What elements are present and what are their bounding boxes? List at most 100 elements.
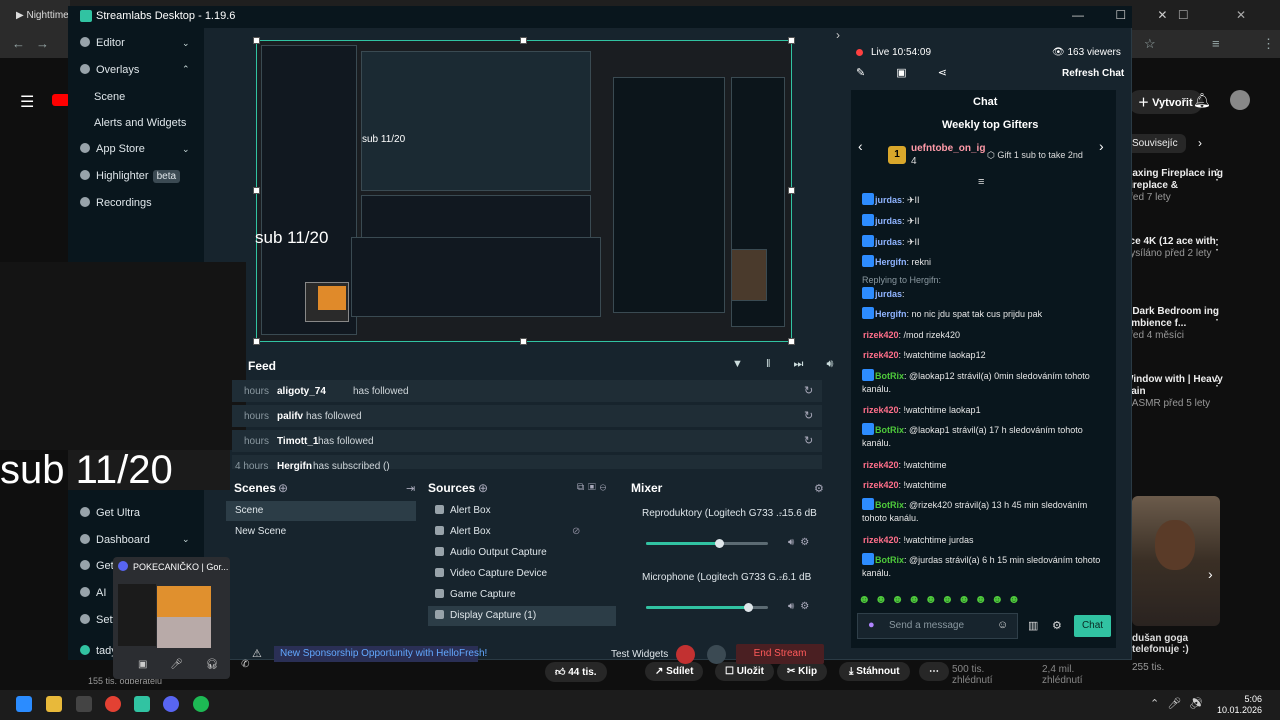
gift-sub-cta[interactable]: ⬡ Gift 1 sub to take 2nd: [987, 150, 1083, 161]
hamburger-menu-icon[interactable]: ☰: [20, 92, 34, 112]
replay-alert-icon[interactable]: ↻: [804, 434, 813, 447]
chat-username[interactable]: jurdas: [875, 237, 902, 247]
replay-buffer-button[interactable]: [707, 645, 726, 664]
chat-username[interactable]: Hergifn: [875, 257, 907, 267]
chat-tools-icons[interactable]: ✎ ▣ ⋖: [856, 66, 961, 79]
chat-username[interactable]: rizek420: [863, 405, 899, 415]
mixer-settings-icon[interactable]: ⚙: [814, 482, 824, 495]
volume-slider-knob[interactable]: [715, 539, 724, 548]
more-options-icon[interactable]: ⋮: [1210, 306, 1224, 323]
source-tools-icon[interactable]: ⧉▣⊖: [577, 482, 610, 493]
file-explorer-icon[interactable]: [46, 696, 62, 712]
chevron-down-icon[interactable]: ⌄: [182, 38, 190, 49]
source-item[interactable]: Audio Output Capture: [428, 543, 616, 563]
chevron-left-icon[interactable]: ‹: [858, 138, 863, 154]
resize-handle[interactable]: [253, 187, 260, 194]
resize-handle[interactable]: [253, 37, 260, 44]
streamlabs-taskbar-icon[interactable]: [134, 696, 150, 712]
source-item[interactable]: Alert Box: [428, 522, 616, 542]
download-button[interactable]: ⤓ Stáhnout: [839, 662, 910, 681]
chat-username[interactable]: rizek420: [863, 460, 899, 470]
add-source-icon[interactable]: ⊕: [478, 481, 488, 495]
chat-username[interactable]: jurdas: [875, 216, 902, 226]
scene-transitions-icon[interactable]: ⇥: [406, 482, 415, 495]
chat-username[interactable]: BotRix: [875, 500, 904, 510]
sidebar-item-get[interactable]: Get: [80, 560, 114, 572]
chevron-up-icon[interactable]: ⌃: [182, 64, 190, 75]
clip-button[interactable]: ✂ Klip: [777, 662, 828, 681]
chat-username[interactable]: BotRix: [875, 425, 904, 435]
emote-bar[interactable]: ☻☻☻☻☻☻☻☻☻☻: [858, 592, 1024, 606]
chat-username[interactable]: rizek420: [863, 480, 899, 490]
recommendation-item[interactable]: Window with | Heavy Rain e ASMR před 5 l…: [1124, 374, 1224, 410]
emoji-icon[interactable]: ☺: [997, 619, 1008, 631]
chrome-icon[interactable]: [105, 696, 121, 712]
refresh-chat-button[interactable]: Refresh Chat: [1062, 68, 1124, 79]
record-button[interactable]: [676, 645, 695, 664]
bookmark-star-icon[interactable]: ☆: [1144, 36, 1156, 52]
browser-menu-icon[interactable]: ⋮: [1262, 36, 1275, 52]
recommendation-item[interactable]: ace 4K (12 ace with Vysíláno před 2 lety: [1124, 236, 1224, 260]
resize-handle[interactable]: [788, 37, 795, 44]
like-button[interactable]: 👍︎ 44 tis.: [545, 662, 607, 682]
save-button[interactable]: ☐ Uložit: [715, 662, 774, 681]
source-item[interactable]: Display Capture (1): [428, 606, 616, 626]
chat-send-button[interactable]: Chat: [1074, 615, 1111, 637]
windows-start-icon[interactable]: [16, 696, 32, 712]
chat-filter-icon[interactable]: ≡: [978, 176, 984, 188]
sponsorship-banner[interactable]: New Sponsorship Opportunity with HelloFr…: [274, 646, 487, 662]
browser-tab[interactable]: ▶ Nighttime: [0, 0, 70, 30]
add-scene-icon[interactable]: ⊕: [278, 481, 288, 495]
spotify-icon[interactable]: [193, 696, 209, 712]
sidebar-item-get-ultra[interactable]: Get Ultra: [80, 507, 140, 519]
share-button[interactable]: ↗ Sdílet: [645, 662, 704, 681]
sidebar-item-dashboard[interactable]: Dashboard: [80, 534, 150, 546]
store-icon[interactable]: ▥: [1028, 619, 1038, 632]
test-widgets-button[interactable]: Test Widgets: [611, 649, 668, 660]
hidden-source-icon[interactable]: ⊘: [572, 526, 580, 537]
extensions-icon[interactable]: ≡: [1212, 36, 1220, 51]
notifications-bell-icon[interactable]: 🔔︎: [1193, 92, 1211, 109]
mute-settings-icons[interactable]: 🔊︎⚙: [788, 601, 815, 612]
epic-games-icon[interactable]: [76, 696, 92, 712]
resize-handle[interactable]: [520, 338, 527, 345]
system-tray-icons[interactable]: ⌃🎤︎🔊︎: [1150, 697, 1211, 710]
volume-slider-knob[interactable]: [744, 603, 753, 612]
sidebar-item-editor[interactable]: Editor: [80, 37, 125, 49]
resize-handle[interactable]: [788, 187, 795, 194]
collapse-chat-icon[interactable]: ›: [836, 28, 840, 42]
feed-controls[interactable]: ▼ ‖ ⏭ 🔊︎: [732, 358, 843, 371]
end-stream-button[interactable]: End Stream: [736, 644, 824, 664]
create-button[interactable]: ＋ Vytvořit: [1128, 90, 1203, 114]
resize-handle[interactable]: [788, 338, 795, 345]
sidebar-item-ai[interactable]: AI: [80, 587, 106, 599]
discord-call-controls[interactable]: ▣ 🎤︎ 🎧︎ ✆: [138, 659, 260, 670]
replay-alert-icon[interactable]: ↻: [804, 409, 813, 422]
sidebar-item-user[interactable]: tady: [80, 645, 117, 657]
chat-username[interactable]: BotRix: [875, 555, 904, 565]
sidebar-item-app-store[interactable]: App Store: [80, 143, 145, 155]
chat-username[interactable]: rizek420: [863, 535, 899, 545]
sidebar-item-settings[interactable]: Sett: [80, 614, 116, 626]
forward-icon[interactable]: →: [36, 36, 49, 51]
sidebar-item-scene[interactable]: Scene: [94, 91, 125, 103]
mute-settings-icons[interactable]: 🔊︎⚙: [788, 537, 815, 548]
more-options-icon[interactable]: ⋮: [1210, 372, 1224, 389]
avatar[interactable]: [1230, 90, 1250, 110]
chat-username[interactable]: rizek420: [863, 350, 899, 360]
back-icon[interactable]: ←: [12, 36, 25, 51]
source-item[interactable]: Alert Box: [428, 501, 616, 521]
chevron-right-icon[interactable]: ›: [1198, 136, 1202, 150]
resize-handle[interactable]: [253, 338, 260, 345]
chevron-right-icon[interactable]: ›: [1208, 566, 1213, 582]
sidebar-item-recordings[interactable]: Recordings: [80, 197, 152, 209]
chat-username[interactable]: jurdas: [875, 289, 902, 299]
chevron-down-icon[interactable]: ⌄: [182, 144, 190, 155]
more-options-icon[interactable]: ⋮: [1210, 166, 1224, 183]
video-title[interactable]: dušan goga telefonuje :): [1132, 633, 1232, 655]
chat-username[interactable]: BotRix: [875, 371, 904, 381]
discord-taskbar-icon[interactable]: [163, 696, 179, 712]
source-item[interactable]: Video Capture Device: [428, 564, 616, 584]
chat-username[interactable]: jurdas: [875, 195, 902, 205]
source-item[interactable]: Game Capture: [428, 585, 616, 605]
